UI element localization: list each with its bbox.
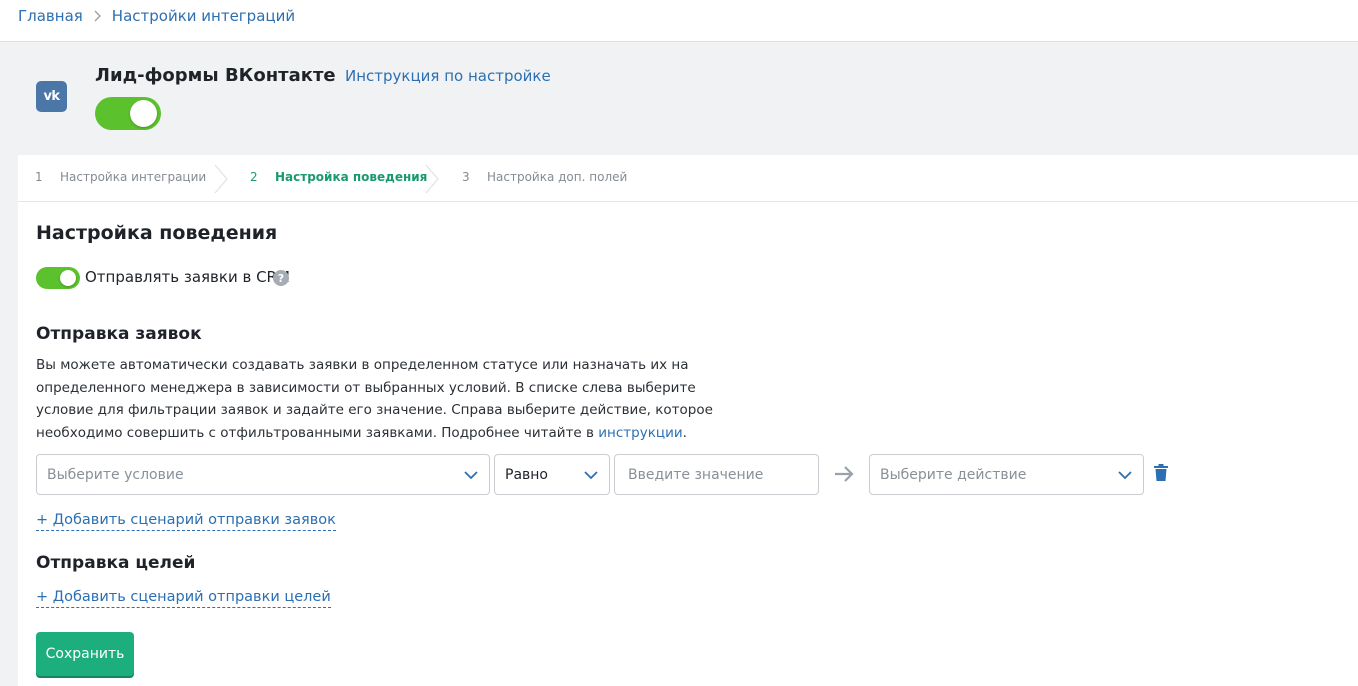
chevron-down-icon	[464, 471, 478, 480]
breadcrumb-home-link[interactable]: Главная	[18, 7, 83, 25]
steps-nav: 1 Настройка интеграции 2 Настройка поведен…	[18, 155, 1358, 202]
chevron-down-icon	[584, 471, 598, 480]
condition-select-placeholder: Выберите условие	[47, 466, 184, 483]
requests-description: Вы можете автоматически создавать заявки…	[36, 354, 756, 444]
trash-icon[interactable]	[1154, 464, 1168, 481]
step-integration-settings[interactable]: 1 Настройка интеграции	[35, 170, 206, 184]
settings-card: 1 Настройка интеграции 2 Настройка поведен…	[18, 155, 1358, 686]
toggle-knob	[130, 100, 157, 127]
condition-select[interactable]: Выберите условие	[36, 454, 490, 495]
instruction-link[interactable]: Инструкция по настройке	[345, 67, 551, 85]
description-end: .	[682, 424, 687, 441]
top-bar: Главная Настройки интеграций	[0, 0, 1358, 42]
operator-select[interactable]: Равно	[494, 454, 610, 495]
step-label: Настройка поведения	[275, 170, 428, 184]
breadcrumb-integrations-link[interactable]: Настройки интеграций	[112, 7, 295, 25]
instructions-link[interactable]: инструкции	[598, 425, 682, 441]
goals-title: Отправка целей	[36, 553, 196, 573]
condition-value-input[interactable]	[614, 454, 819, 495]
step-chevron-icon	[214, 164, 228, 194]
step-number: 1	[35, 170, 43, 184]
send-to-crm-label: Отправлять заявки в CRM	[85, 268, 290, 286]
step-number: 3	[462, 170, 470, 184]
send-to-crm-toggle[interactable]	[36, 267, 80, 289]
breadcrumb: Главная Настройки интеграций	[18, 7, 295, 25]
requests-title: Отправка заявок	[36, 324, 202, 344]
help-icon[interactable]: ?	[273, 270, 289, 286]
step-chevron-icon	[425, 164, 439, 194]
section-title: Настройка поведения	[36, 222, 278, 244]
step-behavior-settings[interactable]: 2 Настройка поведения	[250, 170, 427, 184]
step-label: Настройка интеграции	[60, 170, 207, 184]
arrow-right-icon	[835, 466, 854, 482]
step-label: Настройка доп. полей	[487, 170, 628, 184]
vk-logo-text: vk	[43, 89, 60, 104]
action-select[interactable]: Выберите действие	[869, 454, 1144, 495]
integration-title: Лид-формы ВКонтакте	[95, 65, 336, 86]
save-button[interactable]: Сохранить	[36, 632, 134, 676]
step-number: 2	[250, 170, 258, 184]
integration-enabled-toggle[interactable]	[95, 97, 161, 130]
chevron-down-icon	[1118, 471, 1132, 480]
operator-select-value: Равно	[505, 466, 548, 483]
toggle-knob	[60, 270, 76, 286]
add-request-scenario-link[interactable]: + Добавить сценарий отправки заявок	[36, 511, 336, 531]
add-goal-scenario-link[interactable]: + Добавить сценарий отправки целей	[36, 588, 331, 608]
chevron-right-icon	[94, 10, 101, 22]
step-extra-fields[interactable]: 3 Настройка доп. полей	[462, 170, 627, 184]
vk-logo: vk	[36, 81, 67, 112]
action-select-placeholder: Выберите действие	[880, 466, 1027, 483]
